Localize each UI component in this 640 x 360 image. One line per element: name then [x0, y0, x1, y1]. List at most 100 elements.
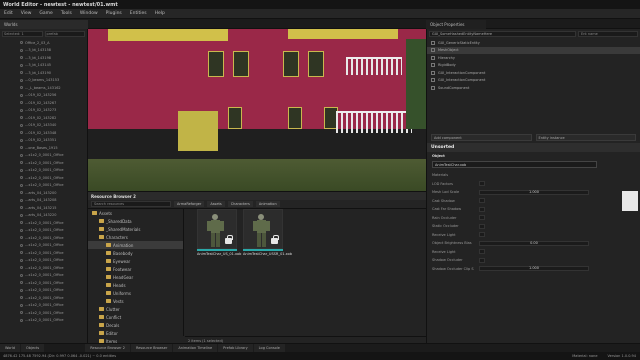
component-row[interactable]: GUI_InteractionComponent [427, 77, 640, 85]
outliner-filter-field[interactable]: Selected: 1 [2, 31, 43, 37]
menu-item-help[interactable]: Help [155, 11, 165, 16]
component-checkbox[interactable] [431, 85, 435, 90]
breadcrumb-item[interactable]: ArmaReforger [174, 201, 205, 207]
outliner-row[interactable]: ...3_bt_143190 [0, 69, 87, 77]
component-row[interactable]: GUI_InteractionComponent [427, 69, 640, 77]
bottom-tab[interactable]: Prefab Library [218, 344, 253, 352]
outliner-row[interactable]: ...x1x2_0_0001_Office [0, 227, 87, 235]
folder-tree-item[interactable]: Footwear [88, 265, 183, 273]
folder-tree-item[interactable]: Assets [88, 209, 183, 217]
outliner-row[interactable]: ...x1x2_0_0001_Office [0, 279, 87, 287]
outliner-row[interactable]: ...x1x2_0_0001_Office [0, 234, 87, 242]
component-checkbox[interactable] [431, 70, 435, 75]
outliner-row[interactable]: ...x1x2_0_0001_Office [0, 174, 87, 182]
outliner-row[interactable]: ...x1x2_0_0001_Office [0, 287, 87, 295]
folder-tree-item[interactable]: Editor [88, 329, 183, 337]
outliner-row[interactable]: ...arts_04_143208 [0, 197, 87, 205]
outliner-row[interactable]: Office_2_03_A [0, 39, 87, 47]
tab-object-properties[interactable]: Object Properties [426, 20, 486, 29]
outliner-row[interactable]: ...019_02_143282 [0, 114, 87, 122]
bottom-tab[interactable]: Animation Timeline [173, 344, 218, 352]
property-value-field[interactable] [479, 223, 485, 229]
outliner-row[interactable]: ...arts_04_143215 [0, 204, 87, 212]
prop-materials[interactable]: Materials [427, 171, 640, 180]
outliner-row[interactable]: ...0_beams_143153 [0, 77, 87, 85]
folder-tree-item[interactable]: HeadGear [88, 273, 183, 281]
menu-item-tools[interactable]: Tools [61, 11, 72, 16]
menu-item-plugins[interactable]: Plugins [106, 11, 122, 16]
folder-tree-item[interactable]: Vests [88, 297, 183, 305]
outliner-row[interactable]: ...x1x2_0_0001_Office [0, 167, 87, 175]
breadcrumb-item[interactable]: Characters [227, 201, 253, 207]
component-row[interactable]: Hierarchy [427, 54, 640, 62]
scene-viewport[interactable] [88, 29, 426, 191]
folder-tree-item[interactable]: Uniforms [88, 289, 183, 297]
outliner-row[interactable]: ...x1x2_0_0001_Office [0, 317, 87, 325]
outliner-row[interactable]: ...3_bt_143145 [0, 62, 87, 70]
property-value-field[interactable] [479, 215, 485, 221]
outliner-row[interactable]: ...one_Bases_1915 [0, 144, 87, 152]
component-checkbox[interactable] [431, 48, 435, 53]
component-row[interactable]: RigidBody [427, 62, 640, 70]
outliner-row[interactable]: ...019_02_143348 [0, 129, 87, 137]
outliner-row[interactable]: ...019_02_143273 [0, 107, 87, 115]
folder-tree-item[interactable]: Characters [88, 233, 183, 241]
folder-tree-item[interactable]: Conflict [88, 313, 183, 321]
bottom-tab[interactable]: Resource Browser [130, 344, 173, 352]
component-row[interactable]: MeshObject [427, 46, 640, 54]
property-value-field[interactable] [479, 257, 485, 263]
entity-name-field[interactable]: GUI_SomeHashedEntityNameHere [429, 31, 576, 37]
outliner-row[interactable]: ..._L_beams_143162 [0, 84, 87, 92]
world-tab[interactable]: Objects [21, 344, 45, 352]
component-row[interactable]: GUI_GenericStaticEntity [427, 39, 640, 47]
outliner-row[interactable]: ...arts_04_143220 [0, 212, 87, 220]
component-checkbox[interactable] [431, 78, 435, 83]
outliner-row[interactable]: ...x1x2_0_0001_Office [0, 159, 87, 167]
property-value-field[interactable]: 1.000 [479, 266, 589, 272]
breadcrumb-item[interactable]: Assets [207, 201, 225, 207]
property-value-field[interactable]: 0.00 [479, 240, 589, 246]
world-tab[interactable]: World [0, 344, 21, 352]
menu-item-view[interactable]: View [21, 11, 32, 16]
asset-tile[interactable]: AnimTestChar_USSR_01.xob [243, 209, 292, 257]
property-value-field[interactable] [479, 181, 485, 187]
folder-tree-item[interactable]: _SharedData [88, 217, 183, 225]
property-value-field[interactable]: 1.000 [479, 189, 589, 195]
bottom-tab[interactable]: Resource Browser 2 [85, 344, 130, 352]
folder-tree-item[interactable]: Basebody [88, 249, 183, 257]
component-checkbox[interactable] [431, 63, 435, 68]
component-row[interactable]: SoundComponent [427, 84, 640, 92]
entity-filter-field[interactable]: Ent name [578, 31, 638, 37]
outliner-row[interactable]: ...019_02_143267 [0, 99, 87, 107]
outliner-row[interactable]: ...x1x2_0_0001_Office [0, 294, 87, 302]
object-path-field[interactable]: AnimTestChar.xob [432, 161, 597, 168]
folder-tree-item[interactable]: Animation [88, 241, 183, 249]
asset-tile[interactable]: AnimTestChar_US_01.xob [197, 209, 241, 257]
outliner-row[interactable]: ...019_02_143256 [0, 92, 87, 100]
property-value-field[interactable] [479, 232, 485, 238]
folder-tree-item[interactable]: _SharedMaterials [88, 225, 183, 233]
outliner-row[interactable]: ...x1x2_0_0001_Office [0, 264, 87, 272]
property-value-field[interactable] [479, 206, 485, 212]
outliner-row[interactable]: ...x1x2_0_0001_Office [0, 182, 87, 190]
component-checkbox[interactable] [431, 55, 435, 60]
outliner-row[interactable]: ...x1x2_0_0001_Office [0, 272, 87, 280]
outliner-row[interactable]: ...019_02_143351 [0, 137, 87, 145]
outliner-row[interactable]: ...x1x2_0_0001_Office [0, 302, 87, 310]
entity-instance-button[interactable]: Entity instance [535, 133, 636, 141]
component-checkbox[interactable] [431, 40, 435, 45]
menu-item-edit[interactable]: Edit [4, 11, 13, 16]
folder-tree-item[interactable]: Clutter [88, 305, 183, 313]
tab-worlds[interactable]: Worlds [0, 20, 88, 29]
resource-search-input[interactable]: Search resources [91, 201, 171, 207]
add-component-button[interactable]: Add component [431, 133, 532, 141]
breadcrumb-item[interactable]: Animation [255, 201, 280, 207]
property-value-field[interactable] [479, 249, 485, 255]
outliner-row[interactable]: ...019_02_143340 [0, 122, 87, 130]
folder-tree-item[interactable]: Eyewear [88, 257, 183, 265]
outliner-row[interactable]: ...3_bt_143158 [0, 47, 87, 55]
section-unsorted[interactable]: Unsorted [427, 142, 640, 152]
folder-tree-item[interactable]: Heads [88, 281, 183, 289]
outliner-row[interactable]: ...x1x2_0_0001_Office [0, 309, 87, 317]
outliner-row[interactable]: ...x1x2_0_0001_Office [0, 152, 87, 160]
